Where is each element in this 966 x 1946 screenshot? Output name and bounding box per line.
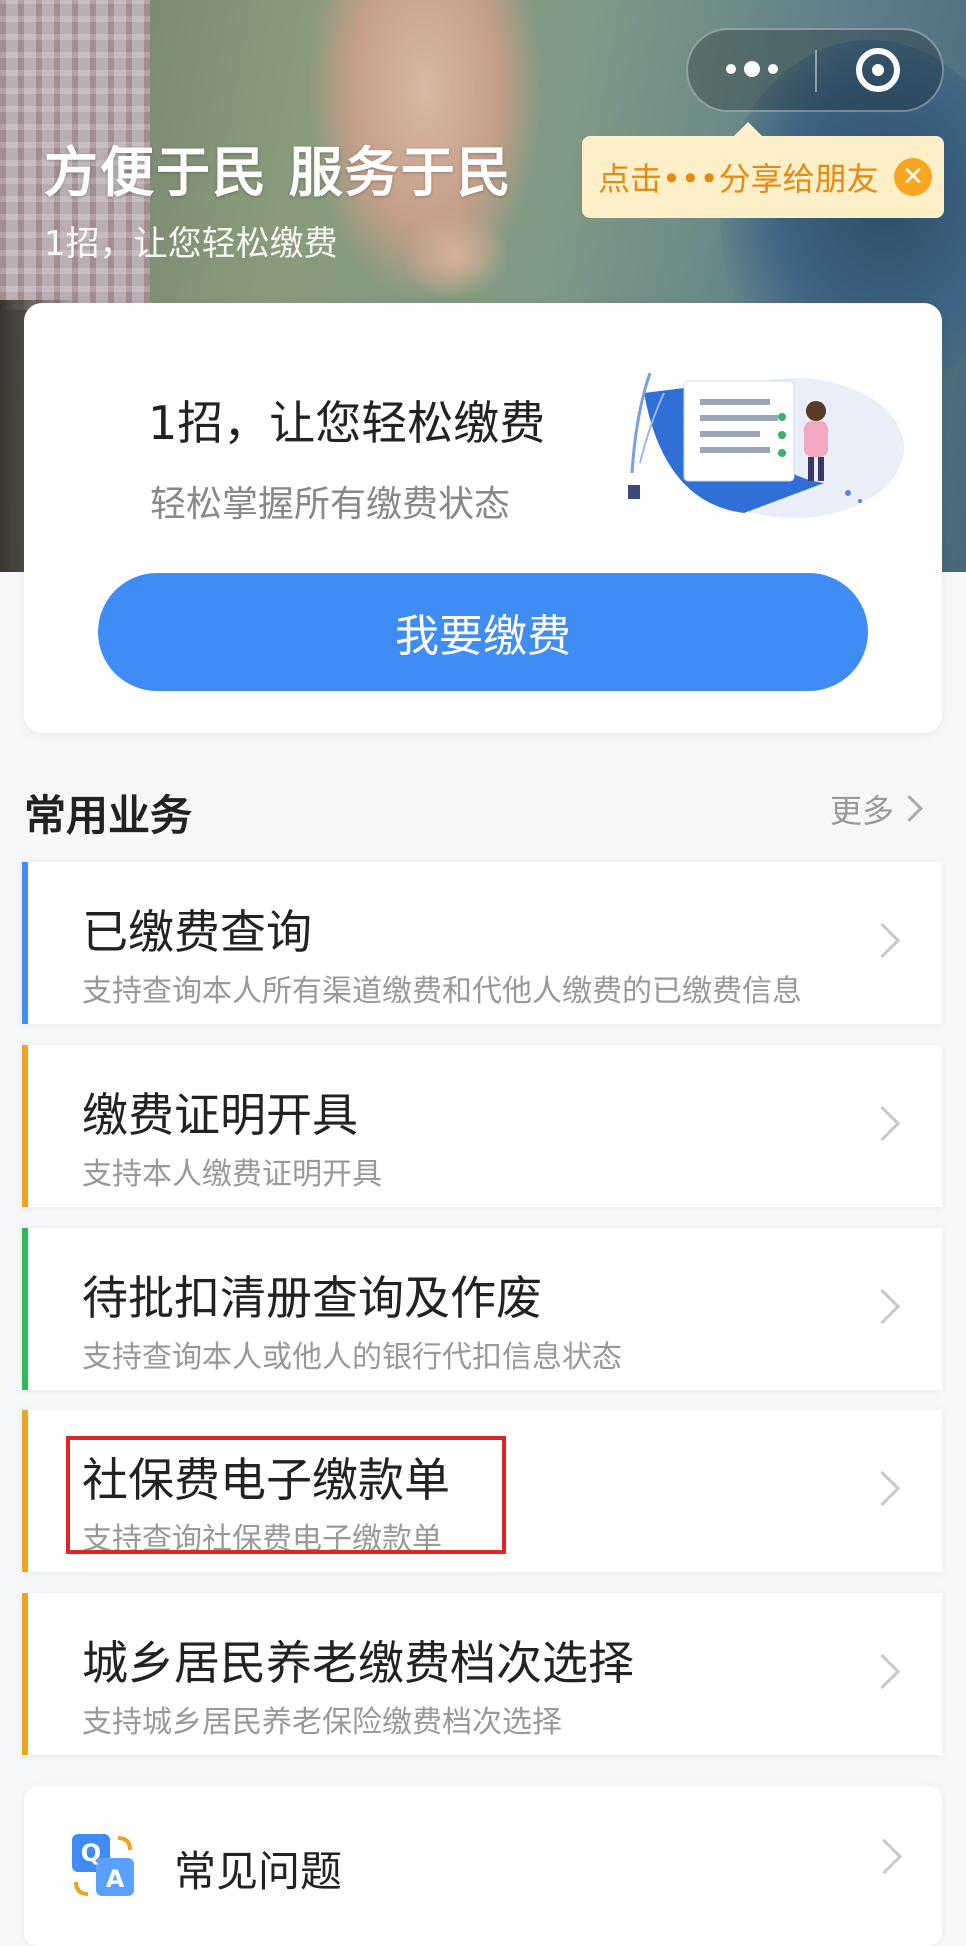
service-item-e-payment-slip[interactable]: 社保费电子缴款单 支持查询社保费电子缴款单	[22, 1410, 942, 1572]
service-name: 社保费电子缴款单	[82, 1453, 450, 1507]
more-dots-icon[interactable]	[688, 30, 816, 110]
dot	[726, 64, 736, 74]
service-item-payment-certificate[interactable]: 缴费证明开具 支持本人缴费证明开具	[22, 1045, 942, 1207]
accent-bar	[22, 1410, 28, 1572]
hero-subtitle: 1招，让您轻松缴费	[44, 224, 338, 264]
card-title: 1招，让您轻松缴费	[148, 396, 546, 450]
service-desc: 支持查询本人或他人的银行代扣信息状态	[82, 1340, 622, 1375]
service-name: 已缴费查询	[82, 905, 312, 959]
service-name: 城乡居民养老缴费档次选择	[82, 1636, 634, 1690]
hero-title: 方便于民 服务于民	[44, 141, 513, 204]
service-desc: 支持城乡居民养老保险缴费档次选择	[82, 1705, 562, 1740]
share-tooltip-text: 点击•••分享给朋友	[598, 160, 879, 198]
payment-illustration	[628, 372, 904, 518]
chevron-right-icon	[864, 1653, 901, 1690]
service-item-paid-query[interactable]: 已缴费查询 支持查询本人所有渠道缴费和代他人缴费的已缴费信息	[22, 862, 942, 1024]
accent-bar	[22, 1593, 28, 1755]
chevron-right-icon	[866, 1838, 903, 1875]
chevron-right-icon	[864, 1470, 901, 1507]
service-desc: 支持本人缴费证明开具	[82, 1157, 382, 1192]
miniprogram-capsule	[686, 28, 944, 112]
accent-bar	[22, 1045, 28, 1207]
qa-icon-q: Q	[81, 1839, 101, 1867]
pay-button[interactable]: 我要缴费	[98, 573, 868, 691]
chevron-right-icon	[864, 1105, 901, 1142]
qa-icon-a: A	[106, 1865, 125, 1893]
close-icon[interactable]: ✕	[894, 158, 932, 196]
chevron-right-icon	[864, 922, 901, 959]
section-title: 常用业务	[24, 791, 193, 840]
payment-card: 1招，让您轻松缴费 轻松掌握所有缴费状态 我要缴费	[24, 303, 942, 733]
service-desc: 支持查询本人所有渠道缴费和代他人缴费的已缴费信息	[82, 974, 802, 1009]
service-name: 待批扣清册查询及作废	[82, 1271, 542, 1325]
more-link[interactable]: 更多	[830, 786, 923, 832]
service-desc: 支持查询社保费电子缴款单	[82, 1522, 442, 1557]
dot	[744, 61, 760, 77]
close-miniprogram-icon[interactable]	[818, 30, 942, 110]
target-ring-icon	[856, 48, 900, 92]
faq-label: 常见问题	[174, 1847, 343, 1896]
share-tooltip: 点击•••分享给朋友 ✕	[582, 122, 944, 218]
capsule-divider	[815, 50, 817, 92]
faq-item[interactable]: Q A 常见问题	[24, 1786, 942, 1946]
card-subtitle: 轻松掌握所有缴费状态	[150, 484, 511, 525]
service-item-pension-level[interactable]: 城乡居民养老缴费档次选择 支持城乡居民养老保险缴费档次选择	[22, 1593, 942, 1755]
chevron-right-icon	[896, 795, 923, 822]
service-name: 缴费证明开具	[82, 1088, 358, 1142]
qa-icon: Q A	[72, 1834, 134, 1896]
hero-photo-hand	[400, 210, 510, 300]
accent-bar	[22, 862, 28, 1024]
service-item-pending-deduction[interactable]: 待批扣清册查询及作废 支持查询本人或他人的银行代扣信息状态	[22, 1228, 942, 1390]
accent-bar	[22, 1228, 28, 1390]
chevron-right-icon	[864, 1288, 901, 1325]
more-link-label: 更多	[830, 792, 895, 830]
dot	[768, 64, 778, 74]
